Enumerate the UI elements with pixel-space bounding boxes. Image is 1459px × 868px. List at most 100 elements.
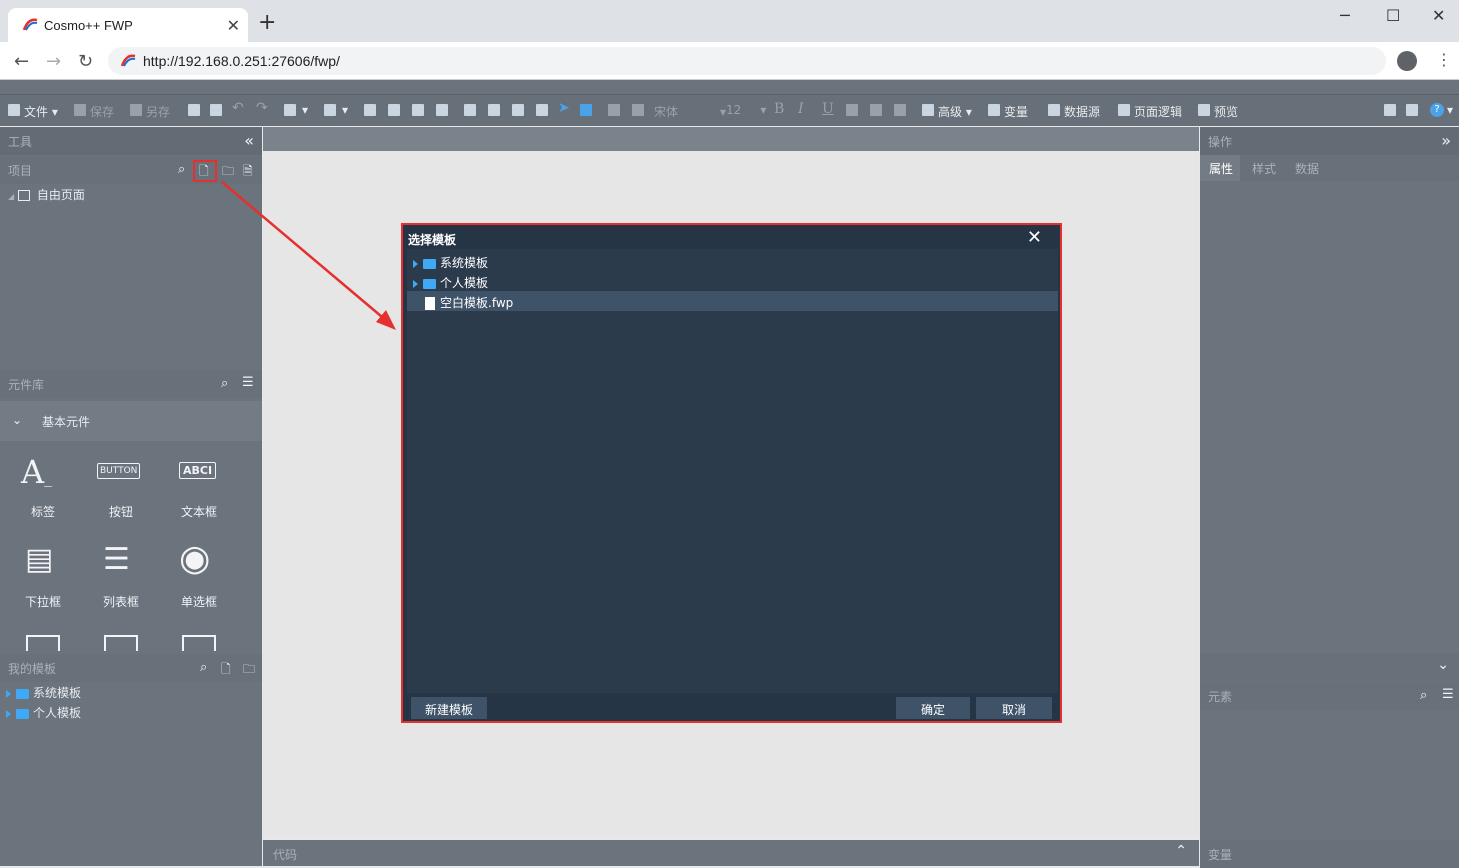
component-dropdown[interactable]: ▤ 下拉框 — [13, 543, 73, 613]
connector-tool-icon[interactable] — [580, 104, 592, 116]
font-family-select[interactable]: 宋体 ▾ — [654, 103, 726, 120]
align-icon[interactable] — [284, 104, 296, 116]
component-button[interactable]: BUTTON 按钮 — [91, 453, 151, 523]
component-textbox[interactable]: ABCI 文本框 — [169, 453, 229, 523]
layer-back-icon[interactable] — [388, 104, 400, 116]
maximize-icon[interactable]: ☐ — [1386, 6, 1400, 25]
canvas-ruler — [263, 127, 1199, 151]
tools-title: 工具 — [8, 135, 33, 149]
copy-icon[interactable] — [188, 104, 200, 116]
component-more-icon-2[interactable] — [182, 635, 216, 651]
pointer-tool-icon[interactable]: ➤ — [558, 100, 570, 116]
expand-icon — [413, 279, 418, 288]
text-align-right-icon[interactable] — [894, 104, 906, 116]
advanced-menu[interactable]: 高级 ▾ — [938, 103, 972, 120]
ungroup-icon[interactable] — [536, 104, 548, 116]
distribute-dropdown-icon[interactable]: ▾ — [342, 103, 348, 117]
help-icon[interactable]: ? — [1430, 103, 1444, 117]
reload-icon[interactable]: ↻ — [78, 51, 93, 72]
template-item-selected[interactable]: 空白模板.fwp — [407, 291, 1058, 311]
template-tree-item[interactable]: 系统模板 — [6, 684, 81, 701]
collapse-left-icon[interactable]: « — [244, 131, 254, 150]
library-menu-icon[interactable]: ☰ — [242, 375, 254, 390]
mobile-view-icon[interactable] — [1406, 104, 1418, 116]
datasource-icon — [1048, 104, 1060, 116]
layer-up-icon[interactable] — [412, 104, 424, 116]
basic-group-header[interactable]: ⌄ 基本元件 — [0, 401, 262, 441]
menu-dots-icon[interactable]: ⋮ — [1436, 50, 1452, 69]
component-more-icon[interactable] — [104, 635, 138, 651]
elements-menu-icon[interactable]: ☰ — [1442, 687, 1454, 702]
ok-button[interactable]: 确定 — [896, 697, 970, 719]
collapse-right-icon[interactable]: » — [1441, 131, 1451, 150]
unlock-icon[interactable] — [488, 104, 500, 116]
listbox-component-icon: ☰ — [103, 542, 130, 577]
datasource-button[interactable]: 数据源 — [1064, 103, 1100, 120]
help-dropdown-icon[interactable]: ▾ — [1447, 103, 1453, 117]
undo-icon[interactable]: ↶ — [232, 100, 244, 116]
distribute-icon[interactable] — [324, 104, 336, 116]
new-tab-button[interactable]: + — [258, 12, 276, 34]
textbox-component-icon: ABCI — [179, 462, 217, 479]
template-item[interactable]: 系统模板 — [407, 251, 1058, 271]
component-radio[interactable]: ◉ 单选框 — [169, 541, 229, 613]
cancel-button[interactable]: 取消 — [976, 697, 1052, 719]
layer-front-icon[interactable] — [364, 104, 376, 116]
paste-icon[interactable] — [210, 104, 222, 116]
layer-down-icon[interactable] — [436, 104, 448, 116]
component-label[interactable]: A_ 标签 — [13, 453, 73, 523]
save-icon — [74, 104, 86, 116]
elements-search-icon[interactable]: ⌕ — [1420, 688, 1427, 703]
dialog-close-icon[interactable]: ✕ — [1027, 227, 1042, 248]
component-listbox[interactable]: ☰ 列表框 — [91, 543, 151, 613]
profile-icon[interactable] — [1397, 51, 1417, 71]
project-tree-item[interactable]: ◢ 自由页面 — [8, 186, 85, 203]
file-menu[interactable]: 文件 ▾ — [24, 103, 58, 120]
browser-tab[interactable]: Cosmo++ FWP ✕ — [8, 8, 248, 42]
back-icon[interactable]: ← — [14, 51, 29, 72]
line-color-icon[interactable] — [632, 104, 644, 116]
tab-close-icon[interactable]: ✕ — [227, 16, 240, 35]
expand-up-icon[interactable]: ⌃ — [1175, 843, 1187, 859]
forward-icon[interactable]: → — [46, 51, 61, 72]
font-size-select[interactable]: 12 ▾ — [726, 103, 766, 117]
fill-color-icon[interactable] — [608, 104, 620, 116]
window-close-icon[interactable]: ✕ — [1432, 6, 1445, 25]
tab-properties[interactable]: 属性 — [1200, 155, 1240, 181]
tab-title: Cosmo++ FWP — [44, 18, 133, 33]
variable-button[interactable]: 变量 — [1004, 103, 1028, 120]
checkbox-component-icon[interactable] — [26, 635, 60, 651]
chevron-down-icon: ⌄ — [12, 413, 23, 427]
tab-styles[interactable]: 样式 — [1252, 160, 1276, 177]
save-as-button[interactable]: 另存 — [146, 103, 170, 120]
lock-icon[interactable] — [464, 104, 476, 116]
folder-icon — [16, 688, 29, 699]
text-align-left-icon[interactable] — [846, 104, 858, 116]
align-dropdown-icon[interactable]: ▾ — [302, 103, 308, 117]
templates-search-icon[interactable]: ⌕ — [200, 660, 207, 675]
page-logic-button[interactable]: 页面逻辑 — [1134, 103, 1182, 120]
project-search-icon[interactable]: ⌕ — [178, 162, 185, 177]
template-tree-item[interactable]: 个人模板 — [6, 704, 81, 721]
text-align-center-icon[interactable] — [870, 104, 882, 116]
new-template-button[interactable]: 新建模板 — [411, 697, 487, 719]
expand-icon — [6, 689, 11, 698]
chevron-down-double-icon[interactable]: ⌄ — [1437, 657, 1449, 673]
tab-data[interactable]: 数据 — [1295, 160, 1319, 177]
bold-button[interactable]: B — [774, 101, 784, 117]
desktop-view-icon[interactable] — [1384, 104, 1396, 116]
redo-icon[interactable]: ↷ — [256, 100, 268, 116]
template-item[interactable]: 个人模板 — [407, 271, 1058, 291]
templates-new-icon[interactable]: 🗋 — [221, 660, 231, 681]
url-input[interactable]: http://192.168.0.251:27606/fwp/ — [108, 47, 1386, 75]
page-tree-icon — [17, 190, 30, 201]
italic-button[interactable]: I — [798, 101, 804, 117]
folder-icon — [423, 278, 436, 289]
preview-button[interactable]: 预览 — [1214, 103, 1238, 120]
minimize-icon[interactable]: ─ — [1340, 6, 1350, 25]
templates-folder-icon[interactable]: 🗀 — [243, 660, 255, 681]
save-button[interactable]: 保存 — [90, 103, 114, 120]
group-icon[interactable] — [512, 104, 524, 116]
library-search-icon[interactable]: ⌕ — [221, 376, 228, 391]
underline-button[interactable]: U — [822, 101, 834, 117]
